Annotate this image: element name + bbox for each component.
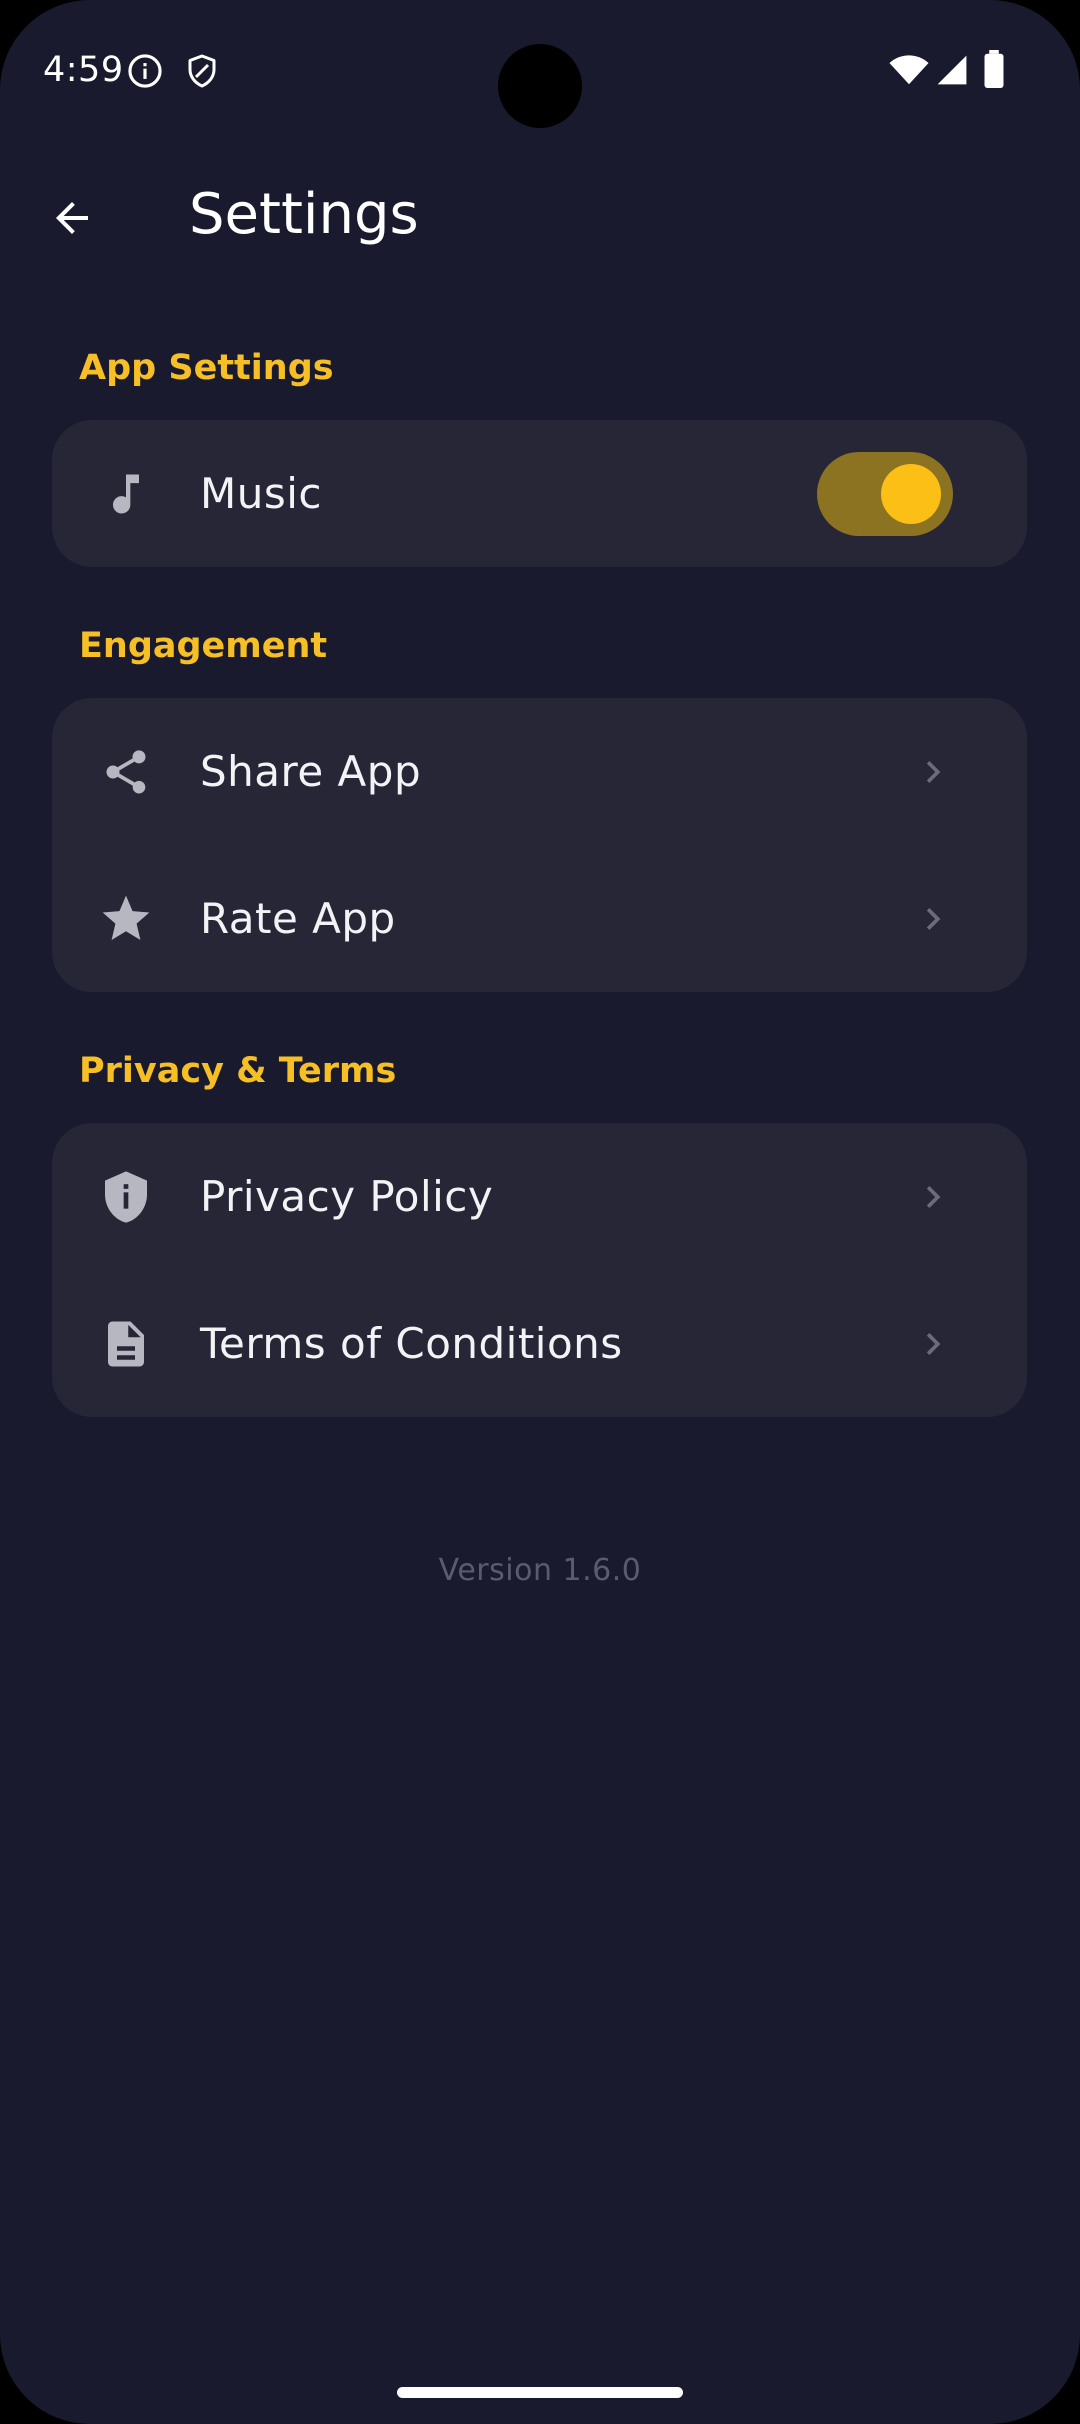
terms-row[interactable]: Terms of Conditions [52,1270,1027,1417]
music-label: Music [200,469,322,518]
privacy-terms-card: Privacy Policy Terms of Conditions [52,1123,1027,1417]
shield-icon [188,54,216,88]
music-note-icon [96,464,156,524]
battery-icon [984,50,1004,88]
app-settings-card: Music [52,420,1027,567]
app-bar: Settings [0,160,1080,270]
chevron-right-icon [926,908,941,930]
rate-app-row[interactable]: Rate App [52,845,1027,992]
section-title-app-settings: App Settings [79,348,334,388]
arrow-left-icon [56,202,88,234]
document-icon [96,1314,156,1374]
privacy-policy-row[interactable]: Privacy Policy [52,1123,1027,1270]
wifi-icon [889,55,929,85]
info-icon [128,54,162,88]
settings-screen: 4:59 Settings App Settings Music Engagem… [0,0,1080,2424]
status-bar: 4:59 [0,0,1080,140]
section-title-privacy-terms: Privacy & Terms [79,1051,397,1091]
privacy-policy-label: Privacy Policy [200,1172,494,1221]
share-app-label: Share App [200,747,422,796]
music-toggle[interactable] [817,452,953,536]
toggle-knob [881,464,941,524]
shield-info-icon [96,1167,156,1227]
chevron-right-icon [926,1186,941,1208]
page-title: Settings [189,182,419,247]
camera-cutout [498,44,582,128]
home-indicator[interactable] [397,2387,683,2398]
section-title-engagement: Engagement [79,626,328,666]
rate-app-label: Rate App [200,894,396,943]
back-button[interactable] [30,176,114,260]
status-time: 4:59 [43,50,124,90]
engagement-card: Share App Rate App [52,698,1027,992]
star-icon [96,889,156,949]
signal-icon [937,55,967,85]
chevron-right-icon [926,761,941,783]
terms-label: Terms of Conditions [200,1319,623,1368]
chevron-right-icon [926,1333,941,1355]
music-row[interactable]: Music [52,420,1027,567]
share-icon [96,742,156,802]
version-text: Version 1.6.0 [438,1553,642,1588]
share-app-row[interactable]: Share App [52,698,1027,845]
